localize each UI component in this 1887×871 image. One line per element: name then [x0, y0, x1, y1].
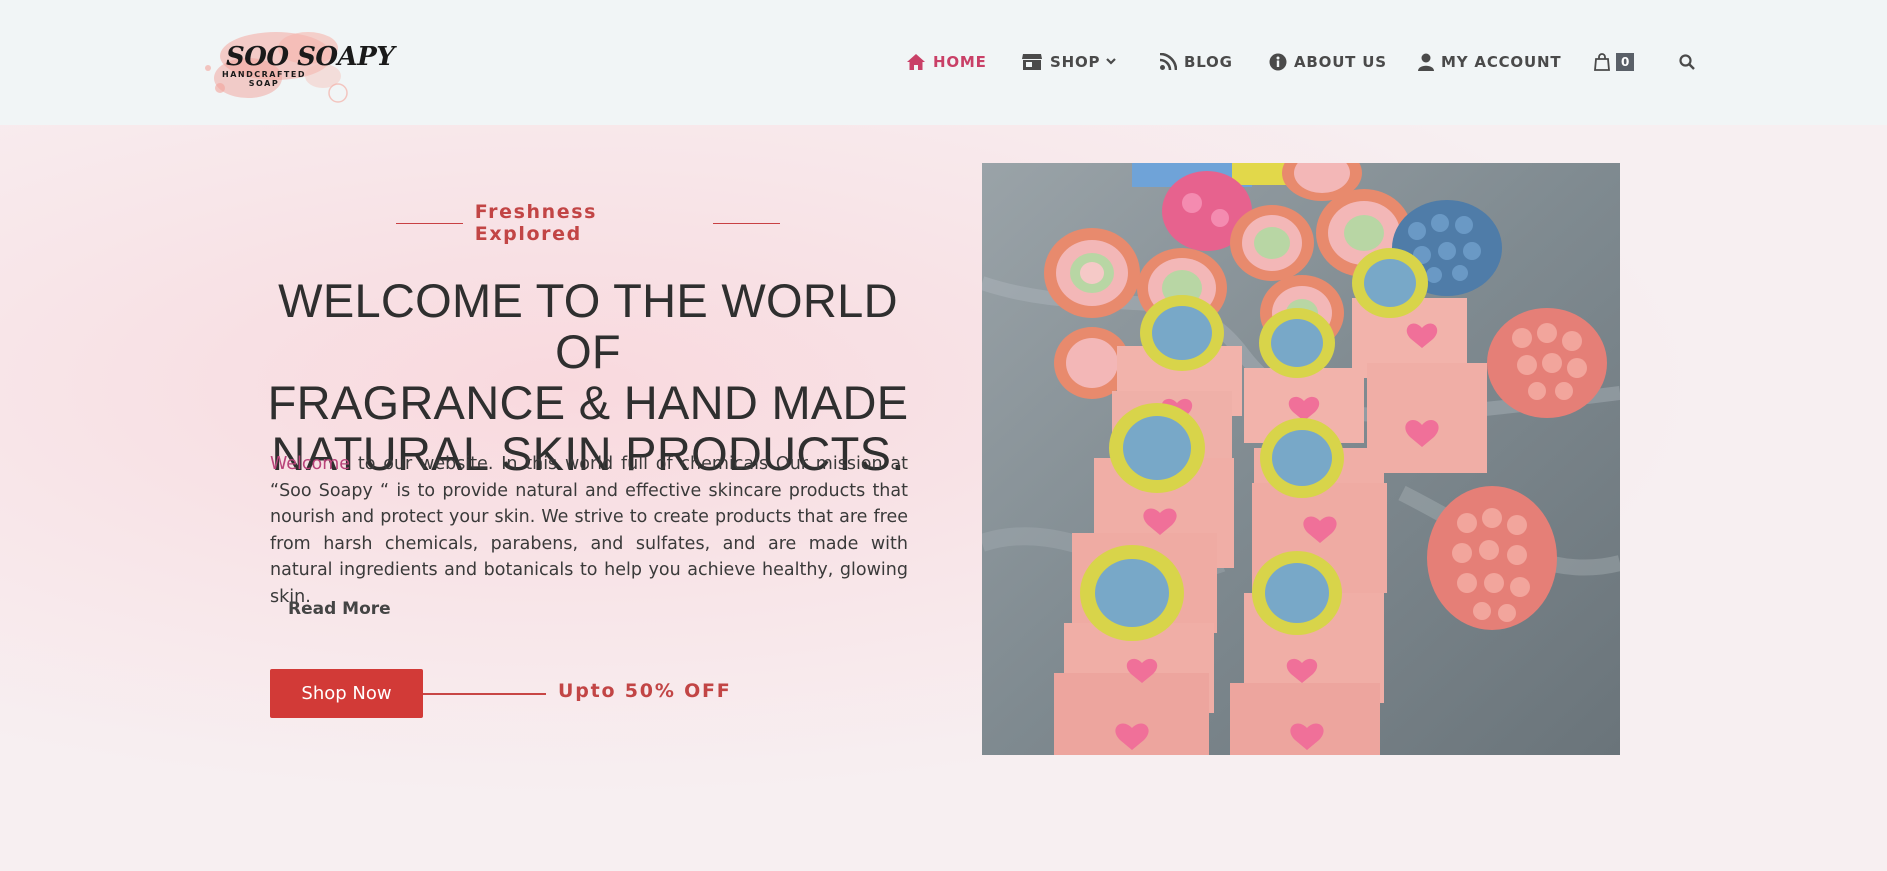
intro-text: to our website. In this world full of ch…: [270, 454, 908, 607]
nav-label-shop: SHOP: [1050, 53, 1101, 71]
info-icon: [1269, 53, 1287, 71]
headline-line2: FRAGRANCE & HAND MADE: [267, 376, 909, 429]
rss-icon: [1159, 53, 1177, 71]
intro-accent-word: Welcome: [270, 454, 351, 474]
eyebrow-text: Freshness Explored: [474, 201, 598, 245]
site-header: SOO SOAPY HANDCRAFTED SOAP HOME SHOP BLO…: [0, 0, 1887, 125]
hero-headline: WELCOME TO THE WORLD OF FRAGRANCE & HAND…: [250, 275, 926, 479]
nav-label-blog: BLOG: [1184, 53, 1233, 71]
chevron-down-icon: [1106, 58, 1117, 65]
hero-intro-paragraph: Welcome to our website. In this world fu…: [270, 451, 908, 610]
search-button[interactable]: [1679, 50, 1702, 74]
search-icon: [1679, 54, 1695, 70]
nav-item-home[interactable]: HOME: [906, 50, 987, 74]
store-icon: [1022, 54, 1042, 70]
cart-count-badge: 0: [1616, 53, 1635, 71]
eyebrow-line-right: [713, 222, 781, 224]
home-icon: [907, 54, 925, 70]
nav-label-home: HOME: [933, 53, 987, 71]
main-nav: HOME SHOP BLOG ABOUT US MY ACCOUNT 0: [0, 0, 1887, 125]
promo-connector-line: [423, 693, 546, 695]
nav-label-about: ABOUT US: [1294, 53, 1387, 71]
headline-line1: WELCOME TO THE WORLD OF: [278, 274, 898, 378]
hero-product-photo: [982, 163, 1620, 755]
read-more-link[interactable]: Read More: [288, 599, 391, 619]
shop-now-button[interactable]: Shop Now: [270, 669, 423, 718]
nav-item-blog[interactable]: BLOG: [1159, 50, 1233, 74]
user-icon: [1418, 53, 1434, 71]
cart-button[interactable]: 0: [1594, 50, 1635, 74]
hero-eyebrow: Freshness Explored: [396, 201, 781, 245]
nav-label-account: MY ACCOUNT: [1441, 53, 1562, 71]
nav-item-about[interactable]: ABOUT US: [1269, 50, 1387, 74]
nav-item-shop[interactable]: SHOP: [1021, 50, 1118, 74]
nav-item-account[interactable]: MY ACCOUNT: [1418, 50, 1561, 74]
eyebrow-line-left: [396, 222, 463, 224]
promo-text: Upto 50% OFF: [558, 680, 732, 702]
soap-display-illustration: [982, 163, 1620, 755]
shopping-bag-icon: [1594, 53, 1610, 71]
